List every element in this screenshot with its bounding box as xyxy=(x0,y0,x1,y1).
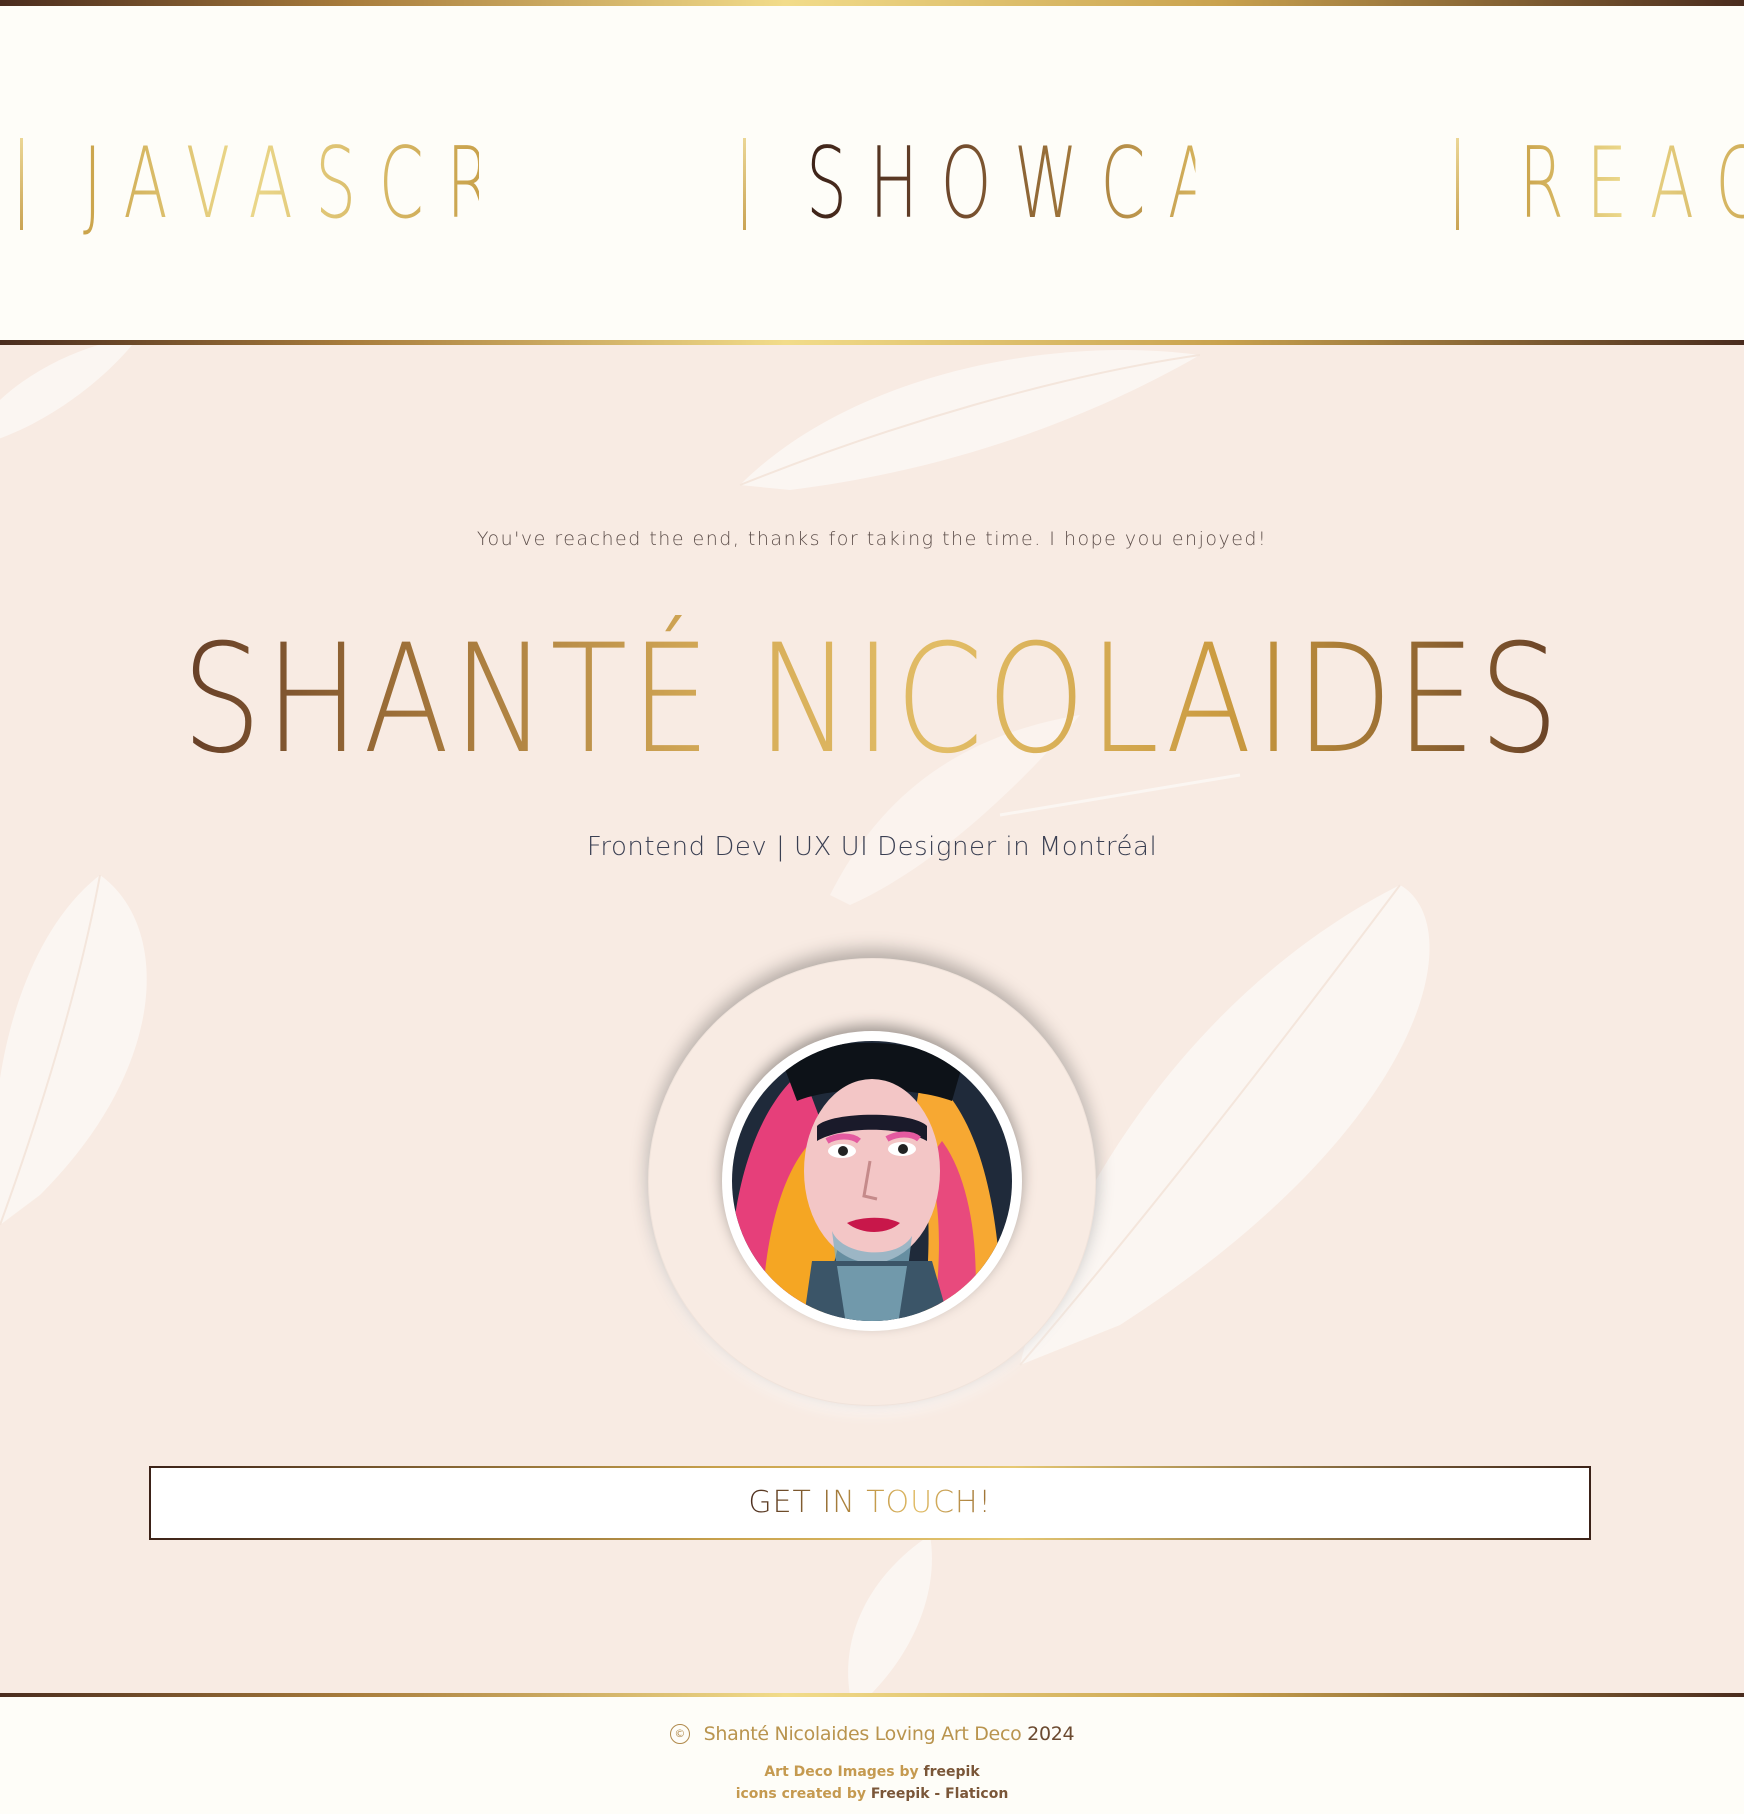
credit-line-icons: icons created by Freepik - Flaticon xyxy=(0,1783,1744,1805)
marquee-separator xyxy=(20,138,23,230)
marquee-track: JAVASCRIPT SHOWCASE REACT xyxy=(0,124,1744,244)
skills-marquee: JAVASCRIPT SHOWCASE REACT xyxy=(0,6,1744,340)
copyright-icon: © xyxy=(669,1724,690,1744)
credit-line-art-deco: Art Deco Images by freepik xyxy=(0,1761,1744,1783)
subtitle: Frontend Dev | UX UI Designer in Montréa… xyxy=(586,832,1158,862)
copyright-text: Shanté Nicolaides Loving Art Deco 2024 xyxy=(704,1723,1075,1745)
credit-prefix: icons created by xyxy=(735,1786,866,1802)
hero-section: You've reached the end, thanks for takin… xyxy=(0,345,1744,1693)
footer: © Shanté Nicolaides Loving Art Deco 2024… xyxy=(0,1697,1744,1814)
get-in-touch-label: GET IN TOUCH! xyxy=(748,1485,992,1520)
copyright-name: Shanté Nicolaides Loving Art Deco xyxy=(703,1723,1022,1745)
copyright-year: 2024 xyxy=(1027,1723,1075,1745)
feather-decoration xyxy=(739,350,1201,490)
flaticon-link[interactable]: Freepik - Flaticon xyxy=(871,1786,1008,1802)
page-title: SHANTÉ NICOLAIDES xyxy=(140,615,1605,785)
feather-decoration xyxy=(0,874,147,1226)
get-in-touch-button[interactable]: GET IN TOUCH! xyxy=(149,1466,1591,1540)
marquee-separator xyxy=(1456,138,1459,230)
marquee-separator xyxy=(743,138,746,230)
closing-message: You've reached the end, thanks for takin… xyxy=(476,528,1268,550)
freepik-link[interactable]: freepik xyxy=(924,1764,980,1780)
feather-decoration xyxy=(848,1535,932,1693)
portrait-avatar xyxy=(722,1031,1022,1331)
marquee-word-javascript: JAVASCRIPT xyxy=(83,124,656,244)
copyright-line: © Shanté Nicolaides Loving Art Deco 2024 xyxy=(0,1723,1744,1745)
image-credits: Art Deco Images by freepik icons created… xyxy=(0,1761,1744,1805)
marquee-word-react: REACT xyxy=(1519,124,1744,244)
feather-decoration xyxy=(0,345,132,439)
credit-prefix: Art Deco Images by xyxy=(764,1764,919,1780)
marquee-word-showcase: SHOWCASE xyxy=(806,124,1339,244)
portrait-image xyxy=(732,1041,1012,1321)
